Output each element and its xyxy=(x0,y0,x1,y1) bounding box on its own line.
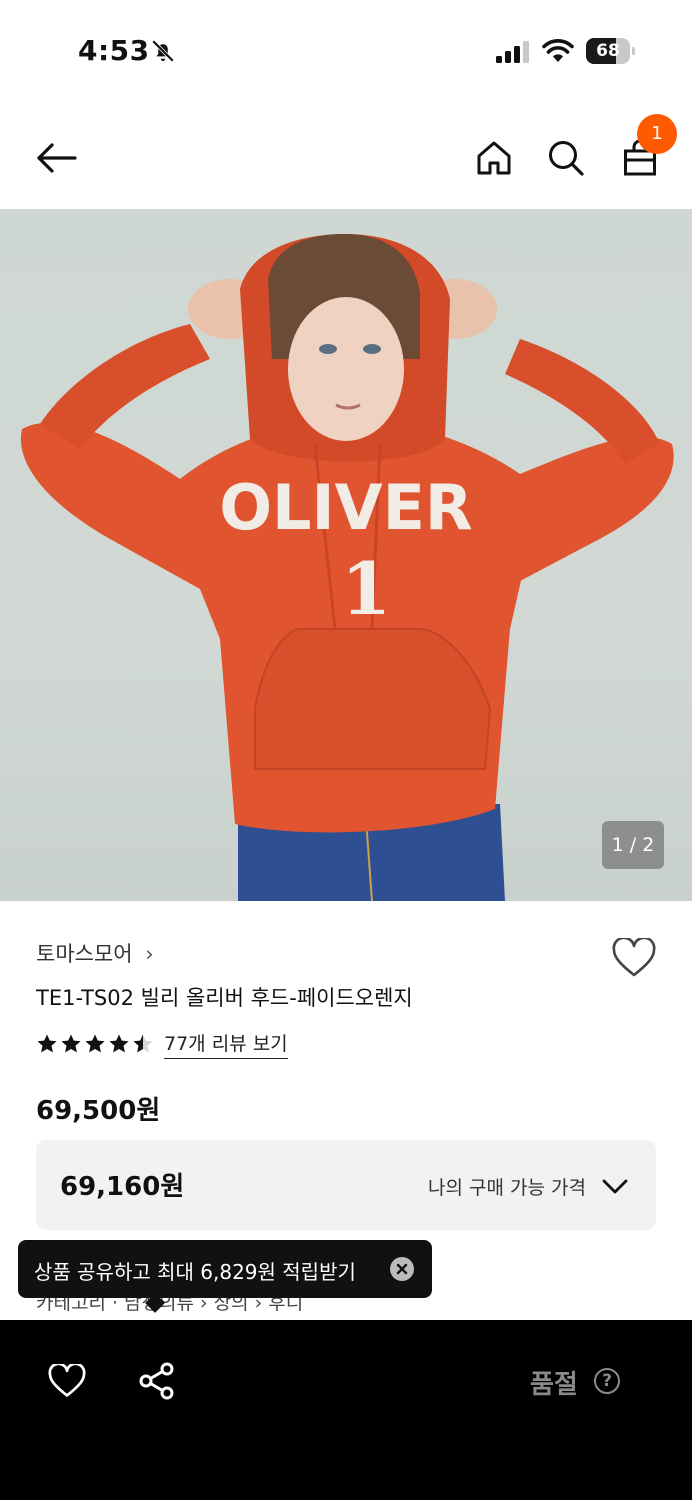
toast-text: 상품 공유하고 최대 6,829원 적립받기 xyxy=(34,1260,356,1284)
home-button[interactable] xyxy=(468,132,520,184)
brand-name: 토마스모어 xyxy=(36,942,133,966)
cellular-signal-icon xyxy=(496,41,529,63)
bell-off-icon xyxy=(151,39,175,63)
back-arrow-icon xyxy=(37,143,77,173)
share-button[interactable] xyxy=(134,1358,180,1404)
wifi-icon xyxy=(542,39,574,62)
share-reward-toast: 상품 공유하고 최대 6,829원 적립받기 xyxy=(18,1240,432,1298)
review-link[interactable]: 77개 리뷰 보기 xyxy=(164,1029,288,1059)
star-icon xyxy=(109,1034,129,1053)
image-counter: 1 / 2 xyxy=(602,821,664,869)
star-rating xyxy=(36,1033,154,1055)
battery-cap xyxy=(632,47,635,55)
search-icon xyxy=(549,141,584,176)
heart-icon xyxy=(48,1364,86,1397)
bottom-action-bar: 품절 ? xyxy=(0,1320,692,1500)
my-price-dropdown[interactable]: 69,160원 나의 구매 가능 가격 xyxy=(36,1140,656,1230)
bottom-wishlist-button[interactable] xyxy=(44,1358,90,1404)
my-price-value: 69,160원 xyxy=(60,1172,185,1202)
battery-level: 68 xyxy=(596,41,620,61)
my-price-label: 나의 구매 가능 가격 xyxy=(428,1177,586,1199)
heart-icon xyxy=(612,938,656,977)
home-icon xyxy=(477,141,511,175)
toast-close-button[interactable] xyxy=(390,1257,414,1281)
top-navigation: 1 xyxy=(0,110,692,206)
star-icon xyxy=(61,1034,81,1053)
chevron-down-icon xyxy=(602,1179,628,1194)
back-button[interactable] xyxy=(30,132,82,184)
star-icon xyxy=(85,1034,105,1053)
rating-row: 77개 리뷰 보기 xyxy=(36,1028,288,1060)
battery-body: 68 xyxy=(586,38,630,64)
wishlist-button[interactable] xyxy=(608,932,660,984)
product-image[interactable]: OLIVER 1 1 / 2 xyxy=(0,209,692,901)
cart-count-badge: 1 xyxy=(637,114,677,154)
share-icon xyxy=(139,1362,174,1400)
status-time: 4:53 xyxy=(78,34,150,67)
help-icon[interactable]: ? xyxy=(594,1368,620,1394)
search-button[interactable] xyxy=(540,132,592,184)
product-name: TE1-TS02 빌리 올리버 후드-페이드오렌지 xyxy=(36,986,413,1010)
star-icon xyxy=(133,1034,153,1053)
status-bar: 4:53 68 xyxy=(0,0,692,100)
close-icon xyxy=(396,1263,408,1275)
product-price: 69,500원 xyxy=(36,1096,161,1126)
chest-print-number: 1 xyxy=(341,546,391,631)
star-icon xyxy=(37,1034,57,1053)
battery-icon: 68 xyxy=(586,38,636,64)
chest-print-text: OLIVER xyxy=(219,471,472,544)
chevron-right-icon: › xyxy=(145,942,154,966)
brand-link[interactable]: 토마스모어 › xyxy=(36,938,154,968)
soldout-label: 품절 xyxy=(530,1370,578,1400)
product-photo: OLIVER 1 xyxy=(20,234,674,901)
